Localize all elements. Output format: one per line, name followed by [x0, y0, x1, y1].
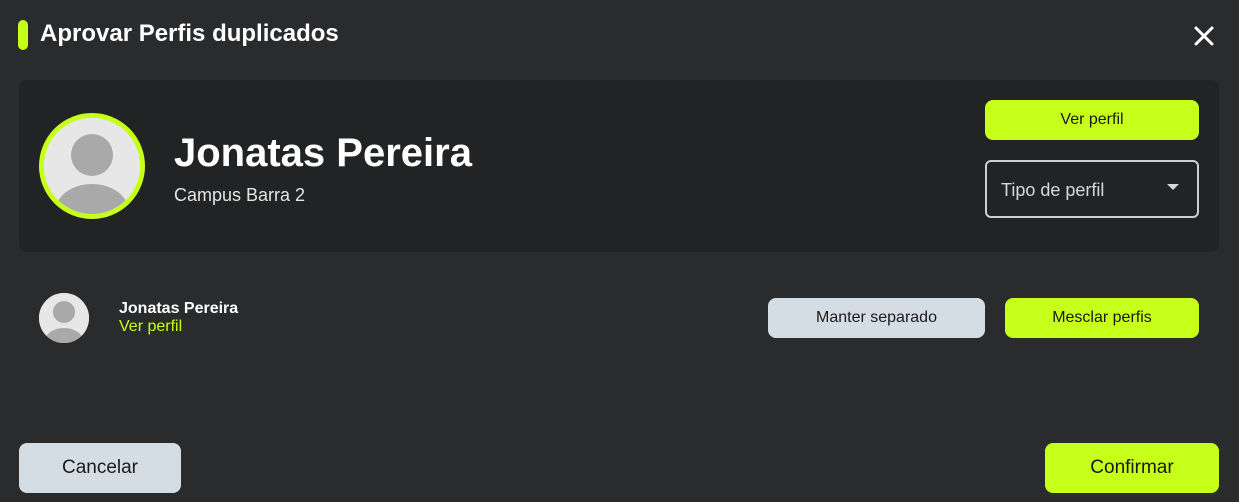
user-avatar-icon — [44, 118, 140, 214]
confirm-button[interactable]: Confirmar — [1045, 443, 1219, 493]
keep-separate-button[interactable]: Manter separado — [768, 298, 985, 338]
profile-type-select[interactable]: Tipo de perfil — [985, 160, 1199, 218]
profile-name: Jonatas Pereira — [174, 131, 472, 175]
main-profile-card: Jonatas Pereira Campus Barra 2 Ver perfi… — [19, 80, 1219, 252]
user-avatar-icon — [39, 293, 89, 343]
title-accent-bar — [18, 20, 28, 50]
avatar — [39, 113, 145, 219]
view-profile-button[interactable]: Ver perfil — [985, 100, 1199, 140]
close-button[interactable] — [1188, 20, 1220, 52]
profile-campus: Campus Barra 2 — [174, 185, 306, 205]
duplicate-name: Jonatas Pereira — [119, 300, 239, 317]
duplicate-avatar — [39, 293, 89, 343]
close-icon — [1194, 26, 1214, 46]
approve-duplicates-dialog: Aprovar Perfis duplicados Jonatas Pereir… — [0, 0, 1239, 502]
cancel-button[interactable]: Cancelar — [19, 443, 181, 493]
merge-profiles-button[interactable]: Mesclar perfis — [1005, 298, 1199, 338]
duplicate-view-profile-link[interactable]: Ver perfil — [119, 318, 182, 336]
profile-type-placeholder: Tipo de perfil — [1001, 180, 1105, 200]
dialog-title: Aprovar Perfis duplicados — [40, 20, 339, 47]
chevron-down-icon — [1167, 184, 1179, 190]
